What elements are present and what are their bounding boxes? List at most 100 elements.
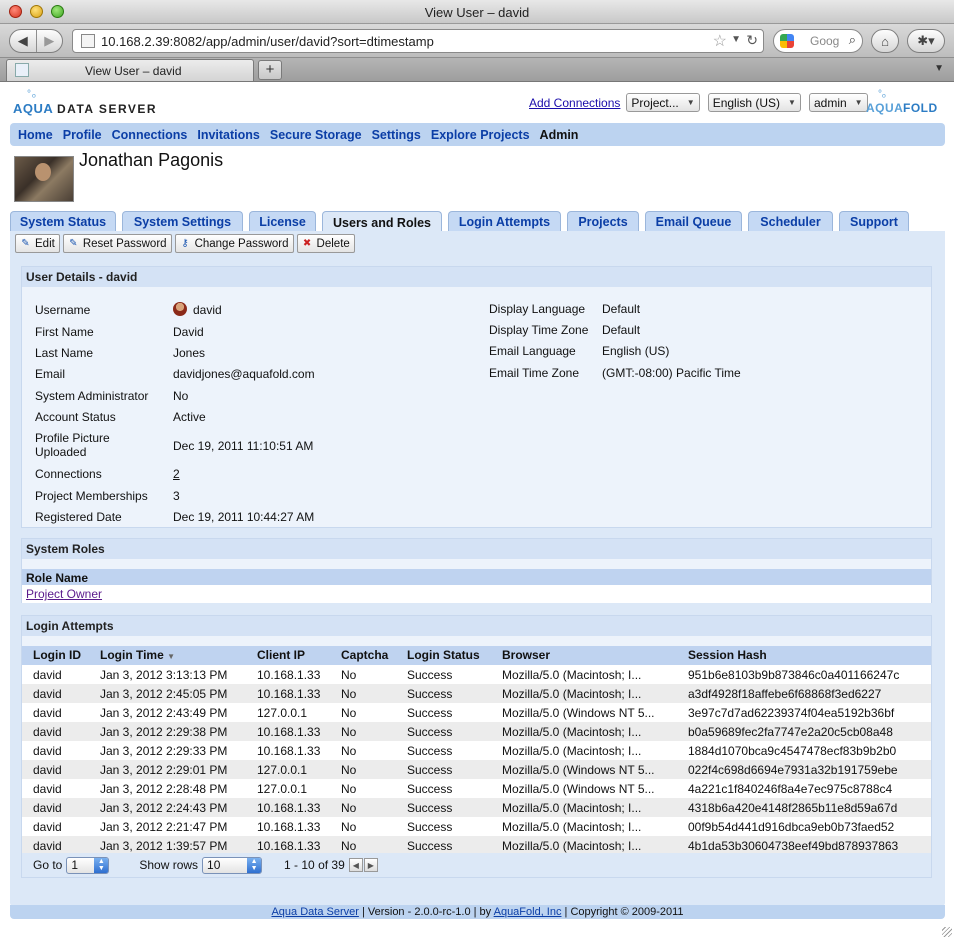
aqua-data-server-logo[interactable]: °ₒ AQUA DATA SERVER [13, 89, 163, 119]
table-row[interactable]: david Jan 3, 2012 2:43:49 PM 127.0.0.1 No Su… [22, 703, 931, 722]
chevron-down-icon: ▼ [854, 98, 863, 107]
cell-login-status: Success [407, 744, 453, 758]
table-row[interactable]: david Jan 3, 2012 2:24:43 PM 10.168.1.33 No… [22, 798, 931, 817]
user-menu-select[interactable]: admin ▼ [808, 93, 868, 112]
nav-connections[interactable]: Connections [112, 128, 188, 142]
cell-client-ip: 127.0.0.1 [257, 706, 308, 720]
cell-captcha: No [341, 706, 357, 720]
tab-projects[interactable]: Projects [567, 211, 639, 232]
bookmark-star-icon[interactable]: ☆ [713, 31, 727, 51]
tab-users-and-roles[interactable]: Users and Roles [322, 211, 442, 233]
show-rows-select[interactable]: 10 ▲ ▼ [202, 856, 263, 874]
prev-page-button[interactable]: ◀ [348, 858, 363, 872]
browser-tab[interactable]: View User – david [6, 59, 254, 81]
role-link[interactable]: Project Owner [26, 587, 102, 601]
edit-button[interactable]: ✎ Edit [15, 234, 60, 253]
tab-email-queue[interactable]: Email Queue [645, 211, 742, 232]
language-select[interactable]: English (US) ▼ [707, 93, 801, 112]
main-navigation: Home Profile Connections Invitations Sec… [10, 123, 945, 146]
table-row[interactable]: david Jan 3, 2012 2:28:48 PM 127.0.0.1 No Su… [22, 779, 931, 798]
table-row[interactable]: david Jan 3, 2012 3:13:13 PM 10.168.1.33 No… [22, 665, 931, 684]
search-bar[interactable]: Goog ⌕ [773, 29, 863, 53]
footer-version: | Version - 2.0.0-rc-1.0 | by [358, 906, 494, 918]
address-bar[interactable]: 10.168.2.39:8082/app/admin/user/david?so… [72, 29, 764, 53]
delete-label: Delete [316, 237, 350, 250]
url-dropdown-icon[interactable]: ▼ [731, 34, 741, 45]
nav-settings[interactable]: Settings [372, 128, 421, 142]
table-row[interactable]: david Jan 3, 2012 2:29:01 PM 127.0.0.1 No Su… [22, 760, 931, 779]
nav-home[interactable]: Home [18, 128, 53, 142]
connections-count-link[interactable]: 2 [173, 467, 180, 481]
user-menu-value: admin [813, 95, 847, 110]
forward-arrow-icon[interactable]: ▶ [36, 33, 62, 49]
nav-profile[interactable]: Profile [63, 128, 102, 142]
footer-company-link[interactable]: AquaFold, Inc [494, 906, 562, 918]
field-value: English (US) [602, 344, 670, 358]
goto-page-select[interactable]: 1 ▲ ▼ [66, 856, 110, 874]
cell-browser: Mozilla/5.0 (Macintosh; I... [502, 744, 642, 758]
table-row: Project Owner [22, 585, 931, 603]
delete-button[interactable]: ✖ Delete [296, 234, 355, 253]
nav-admin[interactable]: Admin [540, 128, 579, 142]
logo-aqua-text: AQUA [866, 101, 904, 115]
home-button[interactable]: ⌂ [871, 29, 899, 53]
nav-secure-storage[interactable]: Secure Storage [270, 128, 362, 142]
section-title: User Details - david [22, 267, 931, 287]
pencil-icon: ✎ [21, 238, 30, 249]
sort-desc-icon: ▼ [167, 652, 176, 661]
col-login-id[interactable]: Login ID [33, 648, 81, 662]
cell-client-ip: 127.0.0.1 [257, 763, 308, 777]
aquafold-logo[interactable]: °ₒ AQUA FOLD [866, 89, 946, 119]
col-browser[interactable]: Browser [502, 648, 550, 662]
search-icon[interactable]: ⌕ [849, 32, 856, 48]
tab-list-chevron-icon[interactable]: ▼ [934, 63, 944, 74]
project-select[interactable]: Project... ▼ [626, 93, 700, 112]
col-client-ip[interactable]: Client IP [257, 648, 305, 662]
avatar[interactable] [14, 156, 74, 202]
nav-explore-projects[interactable]: Explore Projects [431, 128, 530, 142]
cell-login-status: Success [407, 725, 453, 739]
cell-login-time: Jan 3, 2012 2:24:43 PM [100, 801, 228, 815]
tab-license[interactable]: License [249, 211, 316, 232]
role-name-column-header[interactable]: Role Name [22, 569, 931, 585]
cell-client-ip: 10.168.1.33 [257, 668, 321, 682]
next-page-button[interactable]: ▶ [363, 858, 378, 872]
cell-session-hash: 951b6e8103b9b873846c0a401166247c [688, 668, 900, 682]
add-connections-link[interactable]: Add Connections [529, 96, 620, 110]
table-row[interactable]: david Jan 3, 2012 2:29:33 PM 10.168.1.33 No… [22, 741, 931, 760]
back-arrow-icon[interactable]: ◀ [10, 33, 36, 49]
cell-login-id: david [33, 668, 62, 682]
footer-product-link[interactable]: Aqua Data Server [271, 906, 358, 918]
page-footer: Aqua Data Server | Version - 2.0.0-rc-1.… [10, 905, 945, 919]
new-tab-button[interactable]: + [258, 60, 282, 80]
tab-title[interactable]: View User – david [85, 64, 182, 78]
bookmarks-button[interactable]: ✱▾ [907, 29, 945, 53]
tab-system-settings[interactable]: System Settings [122, 211, 243, 232]
tab-system-status[interactable]: System Status [10, 211, 116, 232]
cell-login-time: Jan 3, 2012 3:13:13 PM [100, 668, 228, 682]
resize-grip-icon[interactable] [942, 927, 952, 937]
cell-login-status: Success [407, 820, 453, 834]
goto-label: Go to [33, 858, 63, 872]
table-row[interactable]: david Jan 3, 2012 2:45:05 PM 10.168.1.33 No… [22, 684, 931, 703]
col-login-status[interactable]: Login Status [407, 648, 480, 662]
change-password-button[interactable]: ⚷ Change Password [174, 234, 294, 253]
tab-support[interactable]: Support [839, 211, 909, 232]
search-placeholder[interactable]: Goog [810, 34, 839, 48]
col-login-time[interactable]: Login Time ▼ [100, 648, 175, 662]
tab-scheduler[interactable]: Scheduler [748, 211, 833, 232]
cell-session-hash: 4318b6a420e4148f2865b11e8d59a67d [688, 801, 898, 815]
col-session-hash[interactable]: Session Hash [688, 648, 767, 662]
reset-password-button[interactable]: ✎ Reset Password [62, 234, 172, 253]
url-text[interactable]: 10.168.2.39:8082/app/admin/user/david?so… [101, 34, 434, 49]
edit-button-label: Edit [35, 237, 55, 250]
reload-icon[interactable]: ↻ [746, 32, 758, 49]
google-icon[interactable] [780, 34, 794, 48]
col-captcha[interactable]: Captcha [341, 648, 388, 662]
cell-login-time: Jan 3, 2012 2:29:38 PM [100, 725, 228, 739]
table-row[interactable]: david Jan 3, 2012 2:21:47 PM 10.168.1.33 No… [22, 817, 931, 836]
tab-login-attempts[interactable]: Login Attempts [448, 211, 561, 232]
table-row[interactable]: david Jan 3, 2012 2:29:38 PM 10.168.1.33 No… [22, 722, 931, 741]
nav-invitations[interactable]: Invitations [197, 128, 260, 142]
cell-session-hash: 1884d1070bca9c4547478ecf83b9b2b0 [688, 744, 897, 758]
